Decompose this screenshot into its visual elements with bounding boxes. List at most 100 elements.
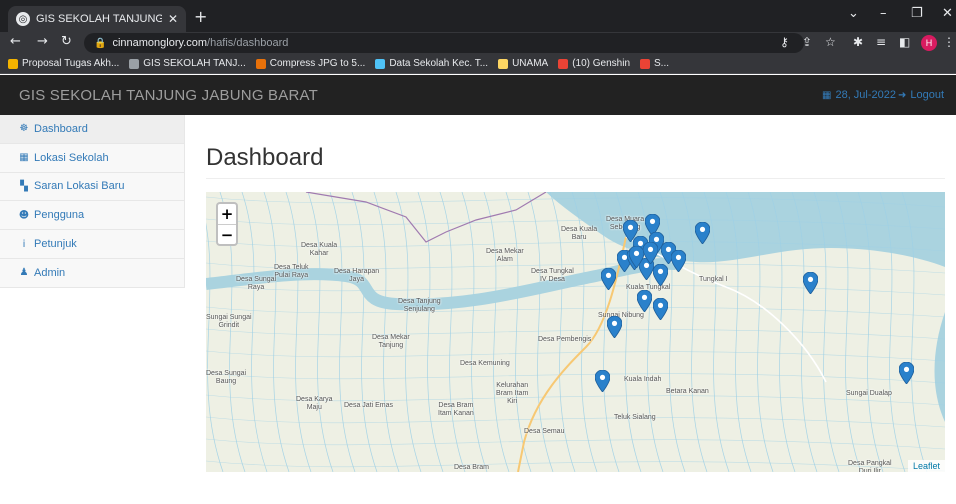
school-marker-icon[interactable] — [803, 272, 818, 294]
url-host: cinnamonglory.com — [112, 37, 208, 49]
bookmarks-bar: Proposal Tugas Akh... GIS SEKOLAH TANJ...… — [0, 54, 956, 74]
profile-avatar[interactable]: H — [921, 35, 937, 51]
browser-tab[interactable]: ◎ GIS SEKOLAH TANJUNG JABUNG ✕ — [8, 6, 186, 32]
school-marker-icon[interactable] — [653, 264, 668, 286]
bookmark-favicon-icon — [375, 58, 386, 69]
address-bar[interactable]: 🔒 cinnamonglory.com/hafis/dashboard — [84, 33, 804, 53]
map-place-label: Desa Harapan Jaya — [334, 268, 380, 283]
bookmark-item[interactable]: Proposal Tugas Akh... — [8, 58, 119, 69]
menu-icon[interactable]: ⋮ — [943, 35, 955, 49]
close-tab-icon[interactable]: ✕ — [168, 12, 178, 26]
school-marker-icon[interactable] — [601, 268, 616, 290]
bookmark-label: S... — [654, 58, 670, 69]
sidebar-item-saran-lokasi-baru[interactable]: ▚ Saran Lokasi Baru — [0, 173, 184, 202]
zoom-out-button[interactable]: − — [218, 224, 236, 244]
sidebar-item-admin[interactable]: ♟ Admin — [0, 259, 184, 288]
bookmark-item[interactable]: (10) Genshin — [558, 58, 630, 69]
school-marker-icon[interactable] — [637, 290, 652, 312]
bookmark-item[interactable]: GIS SEKOLAH TANJ... — [129, 58, 246, 69]
bookmark-favicon-icon — [558, 58, 569, 69]
forward-button[interactable]: → — [37, 34, 48, 49]
map-place-label: Desa Teluk Pulai Raya — [274, 264, 309, 279]
back-button[interactable]: ← — [10, 34, 21, 49]
map-place-label: Desa Mekar Alam — [486, 248, 524, 263]
school-marker-icon[interactable] — [643, 242, 658, 264]
sidebar-item-label: Dashboard — [34, 122, 88, 135]
bookmark-label: Data Sekolah Kec. T... — [389, 58, 489, 69]
lock-icon: 🔒 — [94, 37, 107, 49]
tab-title: GIS SEKOLAH TANJUNG JABUNG — [36, 13, 162, 25]
map-place-label: Desa Kemuning — [460, 360, 510, 367]
minimize-button[interactable]: – — [880, 6, 887, 21]
bookmark-favicon-icon — [129, 58, 140, 69]
school-marker-icon[interactable] — [653, 298, 668, 320]
maximize-button[interactable]: ❐ — [911, 6, 923, 21]
info-icon: i — [22, 238, 26, 250]
side-panel-icon[interactable]: ◧ — [899, 35, 910, 49]
bookmark-item[interactable]: UNAMA — [498, 58, 548, 69]
school-marker-icon[interactable] — [629, 246, 644, 268]
sidebar-item-label: Saran Lokasi Baru — [34, 180, 125, 193]
school-marker-icon[interactable] — [595, 370, 610, 392]
zoom-in-button[interactable]: + — [218, 204, 236, 224]
extensions-icon[interactable]: ✱ — [853, 35, 863, 49]
sidebar-item-pengguna[interactable]: ☻ Pengguna — [0, 201, 184, 231]
sidebar-item-petunjuk[interactable]: i Petunjuk — [0, 230, 184, 259]
page-title: Dashboard — [206, 144, 324, 171]
school-marker-icon[interactable] — [607, 316, 622, 338]
map-place-label: Desa Pembengis — [538, 336, 592, 343]
bookmark-favicon-icon — [640, 58, 651, 69]
bookmark-star-icon[interactable]: ☆ — [825, 35, 836, 49]
tab-search-icon[interactable]: ⌄ — [848, 6, 859, 21]
tachometer-icon: ☸ — [19, 123, 29, 135]
reload-button[interactable]: ↻ — [61, 34, 72, 49]
map-place-label: Desa Tanjung Senjulang — [398, 298, 441, 313]
reading-list-icon[interactable]: ≡ — [876, 35, 886, 49]
map-place-label: Sungai Dualap — [846, 390, 892, 397]
app-brand[interactable]: GIS SEKOLAH TANJUNG JABUNG BARAT — [19, 87, 318, 104]
app-navbar: GIS SEKOLAH TANJUNG JABUNG BARAT ▦ 28, J… — [0, 75, 956, 115]
url-path: /hafis/dashboard — [207, 37, 289, 49]
sidebar-item-label: Petunjuk — [34, 238, 77, 251]
bookmark-favicon-icon — [498, 58, 509, 69]
user-icon: ♟ — [19, 267, 29, 279]
bookmark-favicon-icon — [8, 58, 18, 69]
sidebar-item-dashboard[interactable]: ☸ Dashboard — [0, 115, 184, 144]
bookmark-favicon-icon — [255, 58, 266, 69]
map-place-label: Teluk Sialang — [614, 414, 656, 421]
map-place-label: Kuala Indah — [624, 376, 662, 383]
bookmark-item[interactable]: Compress JPG to 5... — [255, 58, 366, 69]
close-window-button[interactable]: ✕ — [942, 6, 953, 21]
users-icon: ☻ — [18, 209, 30, 221]
bookmark-item[interactable]: S... — [640, 58, 669, 69]
logout-label: Logout — [910, 89, 945, 101]
leaflet-attribution[interactable]: Leaflet — [907, 460, 945, 472]
new-tab-button[interactable]: + — [194, 7, 207, 26]
globe-icon: ◎ — [16, 12, 30, 26]
bookmark-item[interactable]: Data Sekolah Kec. T... — [375, 58, 488, 69]
zoom-control: + − — [216, 202, 238, 246]
map-icon: ▚ — [20, 180, 28, 192]
sidebar-item-lokasi-sekolah[interactable]: ▦ Lokasi Sekolah — [0, 144, 184, 173]
map-place-label: Kelurahan Bram Itam Kiri — [496, 382, 529, 405]
map-place-label: Betara Kanan — [666, 388, 709, 395]
school-marker-icon[interactable] — [695, 222, 710, 244]
map-place-label: Desa Jati Emas — [344, 402, 394, 409]
share-icon[interactable]: ⇪ — [802, 35, 812, 49]
school-marker-icon[interactable] — [671, 250, 686, 272]
bookmark-label: (10) Genshin — [572, 58, 631, 69]
map-place-label: Desa Tungkal IV Desa — [531, 268, 574, 283]
browser-title-bar: ◎ GIS SEKOLAH TANJUNG JABUNG ✕ + ⌄ – ❐ ✕ — [0, 0, 956, 32]
sign-out-icon: ➜ — [898, 89, 907, 101]
school-marker-icon[interactable] — [899, 362, 914, 384]
table-icon: ▦ — [19, 152, 29, 164]
browser-toolbar: ← → ↻ 🔒 cinnamonglory.com/hafis/dashboar… — [0, 32, 956, 54]
key-icon[interactable]: ⚷ — [780, 35, 789, 49]
bookmark-label: Compress JPG to 5... — [269, 58, 366, 69]
school-map[interactable]: + − Leaflet Desa Kuala Kahar Desa Teluk P… — [206, 192, 945, 472]
map-place-label: Tungkal I — [699, 276, 728, 283]
logout-link[interactable]: ➜ Logout — [898, 89, 944, 101]
sidebar-item-label: Pengguna — [34, 209, 85, 222]
map-place-label: Desa Kuala Kahar — [301, 242, 338, 257]
title-divider — [206, 178, 945, 179]
